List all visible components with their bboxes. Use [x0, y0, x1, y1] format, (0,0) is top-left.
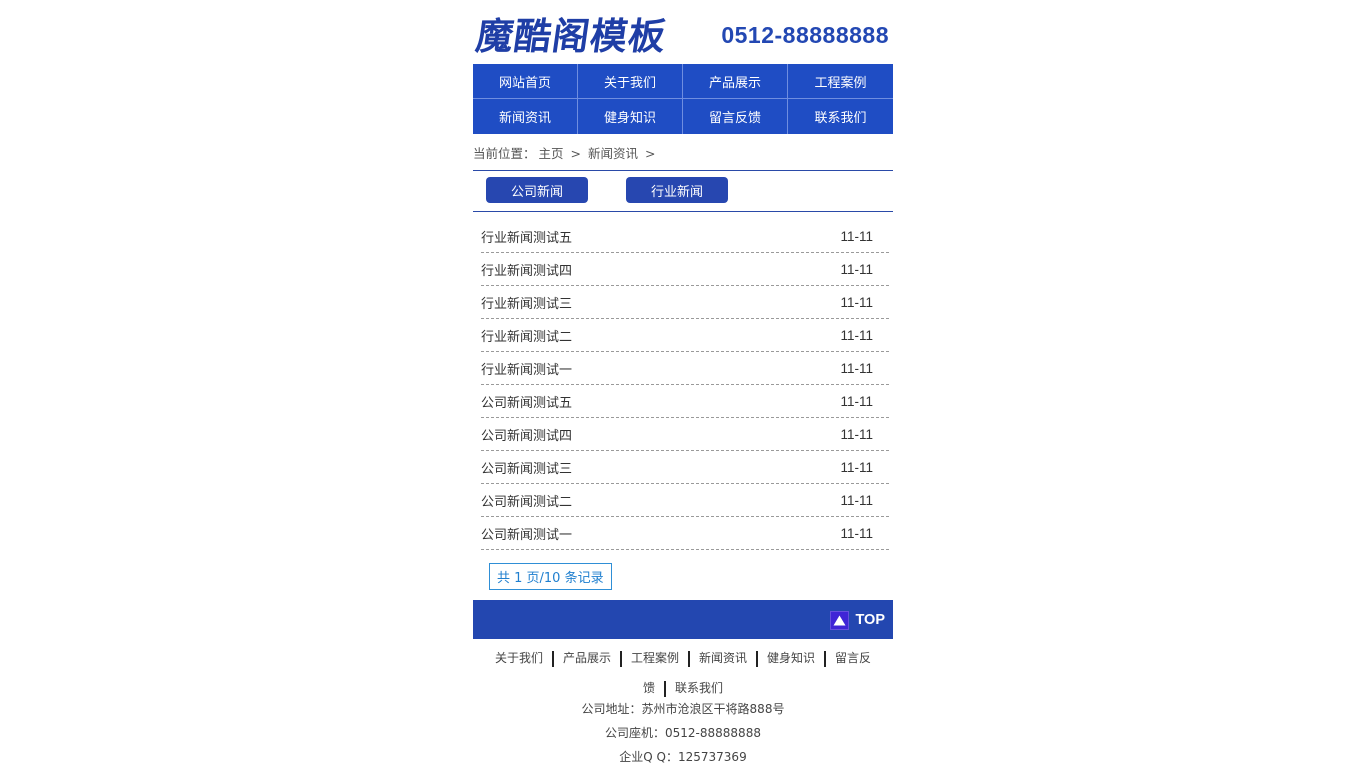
news-date: 11-11 — [840, 393, 873, 409]
list-item: 公司新闻测试四 11-11 — [481, 418, 889, 451]
main-nav: 网站首页 关于我们 产品展示 工程案例 新闻资讯 健身知识 留言反馈 联系我们 — [473, 64, 893, 134]
tab-industry-news[interactable]: 行业新闻 — [626, 177, 728, 203]
nav-item-contact[interactable]: 联系我们 — [788, 99, 893, 134]
nav-item-about[interactable]: 关于我们 — [578, 64, 683, 99]
pagination-summary: 共 1 页/10 条记录 — [489, 563, 612, 590]
back-to-top-button[interactable]: TOP — [830, 610, 885, 630]
list-item: 行业新闻测试一 11-11 — [481, 352, 889, 385]
footer-link-fitness[interactable]: 健身知识 — [758, 643, 824, 673]
list-item: 行业新闻测试四 11-11 — [481, 253, 889, 286]
list-item: 行业新闻测试三 11-11 — [481, 286, 889, 319]
news-title-link[interactable]: 行业新闻测试四 — [481, 260, 572, 279]
news-date: 11-11 — [840, 228, 873, 244]
news-date: 11-11 — [840, 426, 873, 442]
breadcrumb-separator: > — [570, 146, 581, 161]
news-title-link[interactable]: 公司新闻测试一 — [481, 524, 572, 543]
list-item: 公司新闻测试五 11-11 — [481, 385, 889, 418]
footer-tel: 公司座机：0512-88888888 — [605, 726, 761, 740]
news-title-link[interactable]: 公司新闻测试五 — [481, 392, 572, 411]
footer-qq: 企业Q Q：125737369 — [619, 750, 747, 764]
footer-link-feedback[interactable]: 留言反 — [826, 643, 880, 673]
breadcrumb-prefix: 当前位置： — [473, 146, 536, 161]
news-date: 11-11 — [840, 327, 873, 343]
nav-item-feedback[interactable]: 留言反馈 — [683, 99, 788, 134]
nav-item-fitness[interactable]: 健身知识 — [578, 99, 683, 134]
news-title-link[interactable]: 行业新闻测试二 — [481, 326, 572, 345]
list-item: 公司新闻测试二 11-11 — [481, 484, 889, 517]
news-title-link[interactable]: 行业新闻测试一 — [481, 359, 572, 378]
nav-item-news[interactable]: 新闻资讯 — [473, 99, 578, 134]
footer-links-row: 关于我们 产品展示 工程案例 新闻资讯 健身知识 留言反 — [473, 643, 893, 673]
footer-address: 公司地址：苏州市沧浪区干将路888号 — [581, 702, 785, 716]
footer-link-about[interactable]: 关于我们 — [486, 643, 552, 673]
news-list: 行业新闻测试五 11-11 行业新闻测试四 11-11 行业新闻测试三 11-11 行… — [481, 220, 889, 550]
news-date: 11-11 — [840, 492, 873, 508]
footer-links: 关于我们 产品展示 工程案例 新闻资讯 健身知识 留言反 馈联系我们 — [473, 643, 893, 703]
footer-link-news[interactable]: 新闻资讯 — [690, 643, 756, 673]
list-item: 行业新闻测试二 11-11 — [481, 319, 889, 352]
breadcrumb-current-link[interactable]: 新闻资讯 — [588, 146, 638, 161]
breadcrumb-separator-trailing: > — [644, 146, 656, 161]
list-item: 公司新闻测试一 11-11 — [481, 517, 889, 550]
news-date: 11-11 — [840, 360, 873, 376]
news-title-link[interactable]: 公司新闻测试三 — [481, 458, 572, 477]
news-title-link[interactable]: 公司新闻测试四 — [481, 425, 572, 444]
divider — [473, 211, 893, 212]
nav-item-products[interactable]: 产品展示 — [683, 64, 788, 99]
footer-info: 公司地址：苏州市沧浪区干将路888号 公司座机：0512-88888888 企业… — [473, 697, 893, 769]
list-item: 公司新闻测试三 11-11 — [481, 451, 889, 484]
page: 魔酷阁模板 0512-88888888 网站首页 关于我们 产品展示 工程案例 … — [473, 0, 893, 772]
news-title-link[interactable]: 行业新闻测试三 — [481, 293, 572, 312]
site-logo[interactable]: 魔酷阁模板 — [473, 14, 669, 60]
back-to-top-label: TOP — [855, 612, 885, 628]
breadcrumb-home-link[interactable]: 主页 — [539, 146, 564, 161]
footer-link-cases[interactable]: 工程案例 — [622, 643, 688, 673]
tab-company-news[interactable]: 公司新闻 — [486, 177, 588, 203]
news-date: 11-11 — [840, 459, 873, 475]
nav-item-cases[interactable]: 工程案例 — [788, 64, 893, 99]
divider — [473, 170, 893, 171]
footer-link-products[interactable]: 产品展示 — [554, 643, 620, 673]
news-title-link[interactable]: 公司新闻测试二 — [481, 491, 572, 510]
news-date: 11-11 — [840, 261, 873, 277]
breadcrumb: 当前位置： 主页 > 新闻资讯 > — [473, 143, 658, 162]
triangle-up-icon — [830, 610, 850, 630]
news-date: 11-11 — [840, 294, 873, 310]
nav-item-home[interactable]: 网站首页 — [473, 64, 578, 99]
header-phone: 0512-88888888 — [721, 22, 889, 48]
list-item: 行业新闻测试五 11-11 — [481, 220, 889, 253]
news-date: 11-11 — [840, 525, 873, 541]
footer-bar: TOP — [473, 600, 893, 639]
news-title-link[interactable]: 行业新闻测试五 — [481, 227, 572, 246]
header: 魔酷阁模板 0512-88888888 — [473, 0, 893, 64]
